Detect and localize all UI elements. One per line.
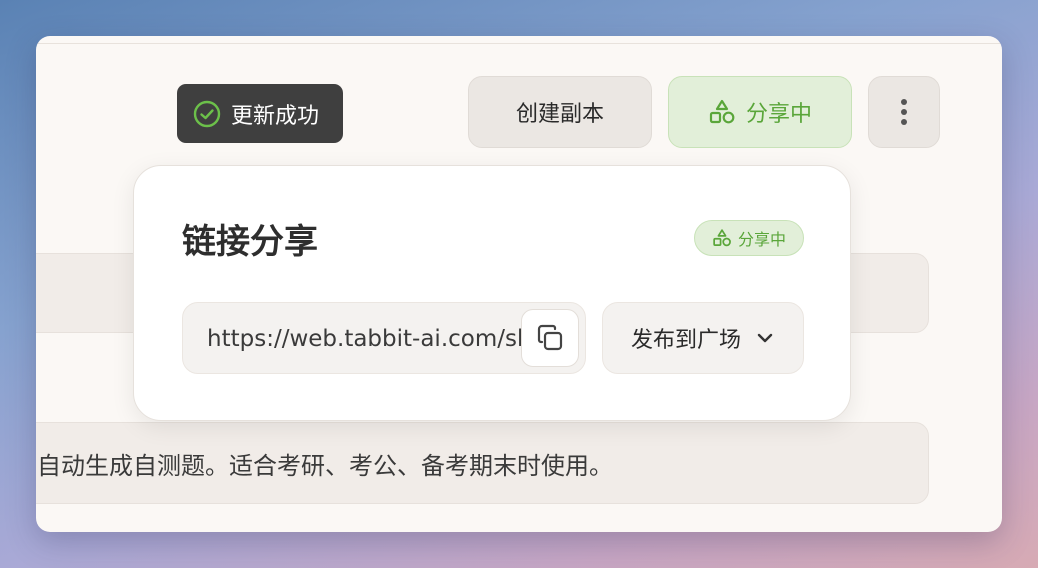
content-row: 自动生成自测题。适合考研、考公、备考期末时使用。 [36, 422, 929, 504]
sharing-button[interactable]: 分享中 [668, 76, 852, 148]
popup-title: 链接分享 [182, 222, 318, 262]
success-toast: 更新成功 [177, 84, 343, 143]
create-copy-label: 创建副本 [515, 102, 604, 127]
share-link-popup: 链接分享 分享中 https://web.tabbit-ai.com/share [133, 165, 851, 421]
publish-label: 发布到广场 [630, 328, 741, 353]
check-circle-icon [193, 100, 221, 128]
shapes-icon [708, 98, 736, 126]
shapes-icon [712, 228, 732, 248]
app-window: 更新成功 创建副本 分享中 自动生成自测题。适合考研、考公、备考期末时使用。 链… [36, 36, 1002, 532]
share-url-field[interactable]: https://web.tabbit-ai.com/share [182, 302, 586, 374]
chevron-down-icon [755, 328, 775, 348]
badge-label: 分享中 [737, 230, 786, 249]
share-url-text[interactable]: https://web.tabbit-ai.com/share [207, 303, 523, 373]
vertical-dots-icon [900, 98, 908, 126]
sharing-status-badge: 分享中 [694, 220, 804, 256]
copy-link-button[interactable] [521, 309, 579, 367]
sharing-label: 分享中 [745, 102, 812, 127]
publish-to-plaza-dropdown[interactable]: 发布到广场 [602, 302, 804, 374]
toast-text: 更新成功 [231, 103, 320, 129]
create-copy-button[interactable]: 创建副本 [468, 76, 652, 148]
copy-icon [535, 323, 565, 353]
content-row-text: 自动生成自测题。适合考研、考公、备考期末时使用。 [37, 451, 613, 480]
more-options-button[interactable] [868, 76, 940, 148]
top-divider [36, 43, 1002, 44]
